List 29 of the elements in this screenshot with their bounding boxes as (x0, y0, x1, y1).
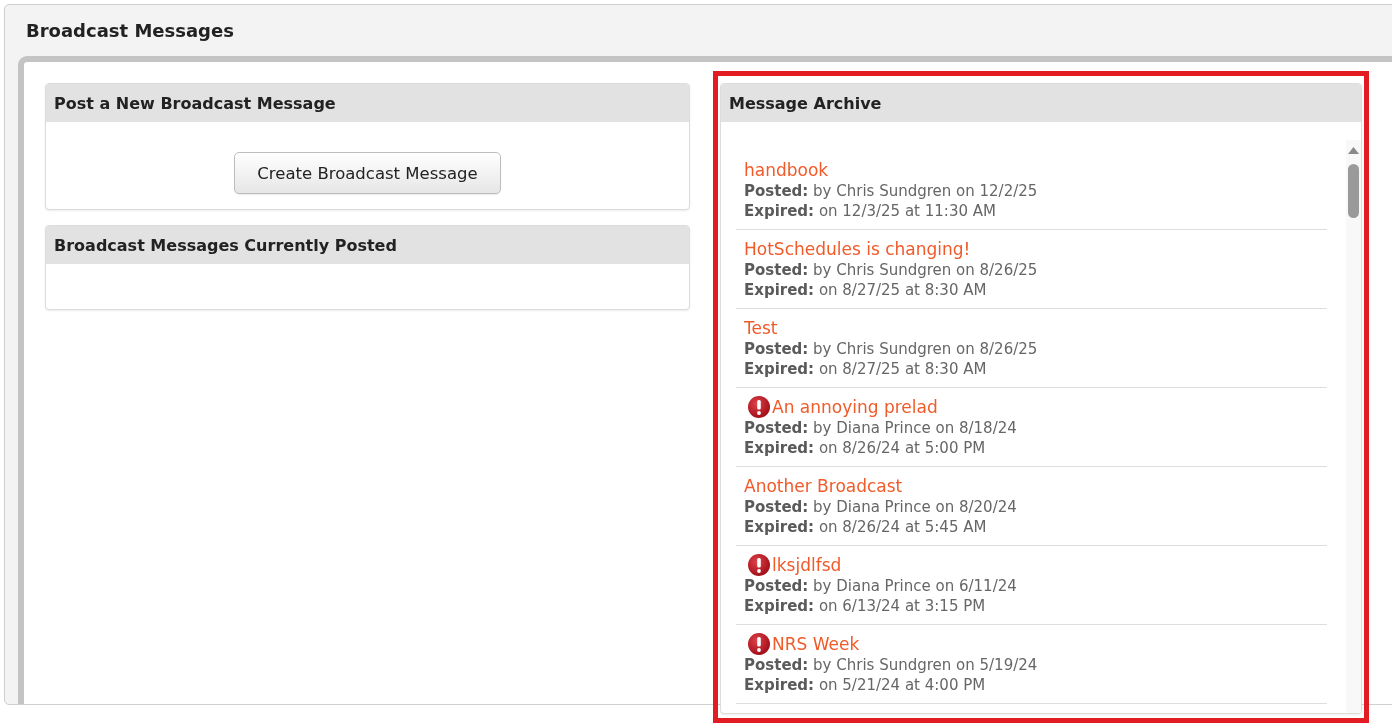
message-title-link[interactable]: Test (744, 317, 778, 339)
expired-info: Expired: on 6/13/24 at 3:15 PM (744, 596, 987, 616)
scrollbar-thumb[interactable] (1348, 164, 1359, 218)
expired-info: Expired: on 12/3/25 at 11:30 AM (744, 201, 997, 221)
posted-info: Posted: by Chris Sundgren on 12/2/25 (744, 181, 1039, 201)
panel-title: Message Archive (721, 84, 1361, 122)
message-title-link[interactable]: lksjdlfsd (772, 554, 842, 576)
create-message-button[interactable]: Create Broadcast Message (234, 152, 501, 194)
posted-info: Posted: by Chris Sundgren on 8/26/25 (744, 339, 1039, 359)
message-title-link[interactable]: Another Broadcast (744, 475, 903, 497)
message-title-link[interactable]: NRS Week (772, 633, 860, 655)
posted-info: Posted: by Chris Sundgren on 8/26/25 (744, 260, 1039, 280)
expired-info: Expired: on 8/27/25 at 8:30 AM (744, 280, 988, 300)
expired-info: Expired: on 8/27/25 at 8:30 AM (744, 359, 988, 379)
page-title: Broadcast Messages (25, 19, 235, 43)
posted-info: Posted: by Chris Sundgren on 5/19/24 (744, 655, 1039, 675)
posted-info: Posted: by Diana Prince on 8/18/24 (744, 418, 1018, 438)
posted-info: Posted: by Diana Prince on 6/11/24 (744, 576, 1018, 596)
scrollbar[interactable] (1346, 140, 1361, 713)
message-title-link[interactable]: HotSchedules is changing! (744, 238, 971, 260)
posted-info: Posted: by Diana Prince on 8/20/24 (744, 497, 1018, 517)
panel-title: Broadcast Messages Currently Posted (46, 226, 689, 264)
expired-info: Expired: on 8/26/24 at 5:00 PM (744, 438, 987, 458)
expired-info: Expired: on 8/26/24 at 5:45 AM (744, 517, 988, 537)
expired-info: Expired: on 5/21/24 at 4:00 PM (744, 675, 987, 695)
scroll-up-icon[interactable] (1348, 147, 1359, 154)
message-title-link[interactable]: An annoying prelad (772, 396, 938, 418)
message-title-link[interactable]: handbook (744, 159, 829, 181)
panel-title: Post a New Broadcast Message (46, 84, 689, 122)
